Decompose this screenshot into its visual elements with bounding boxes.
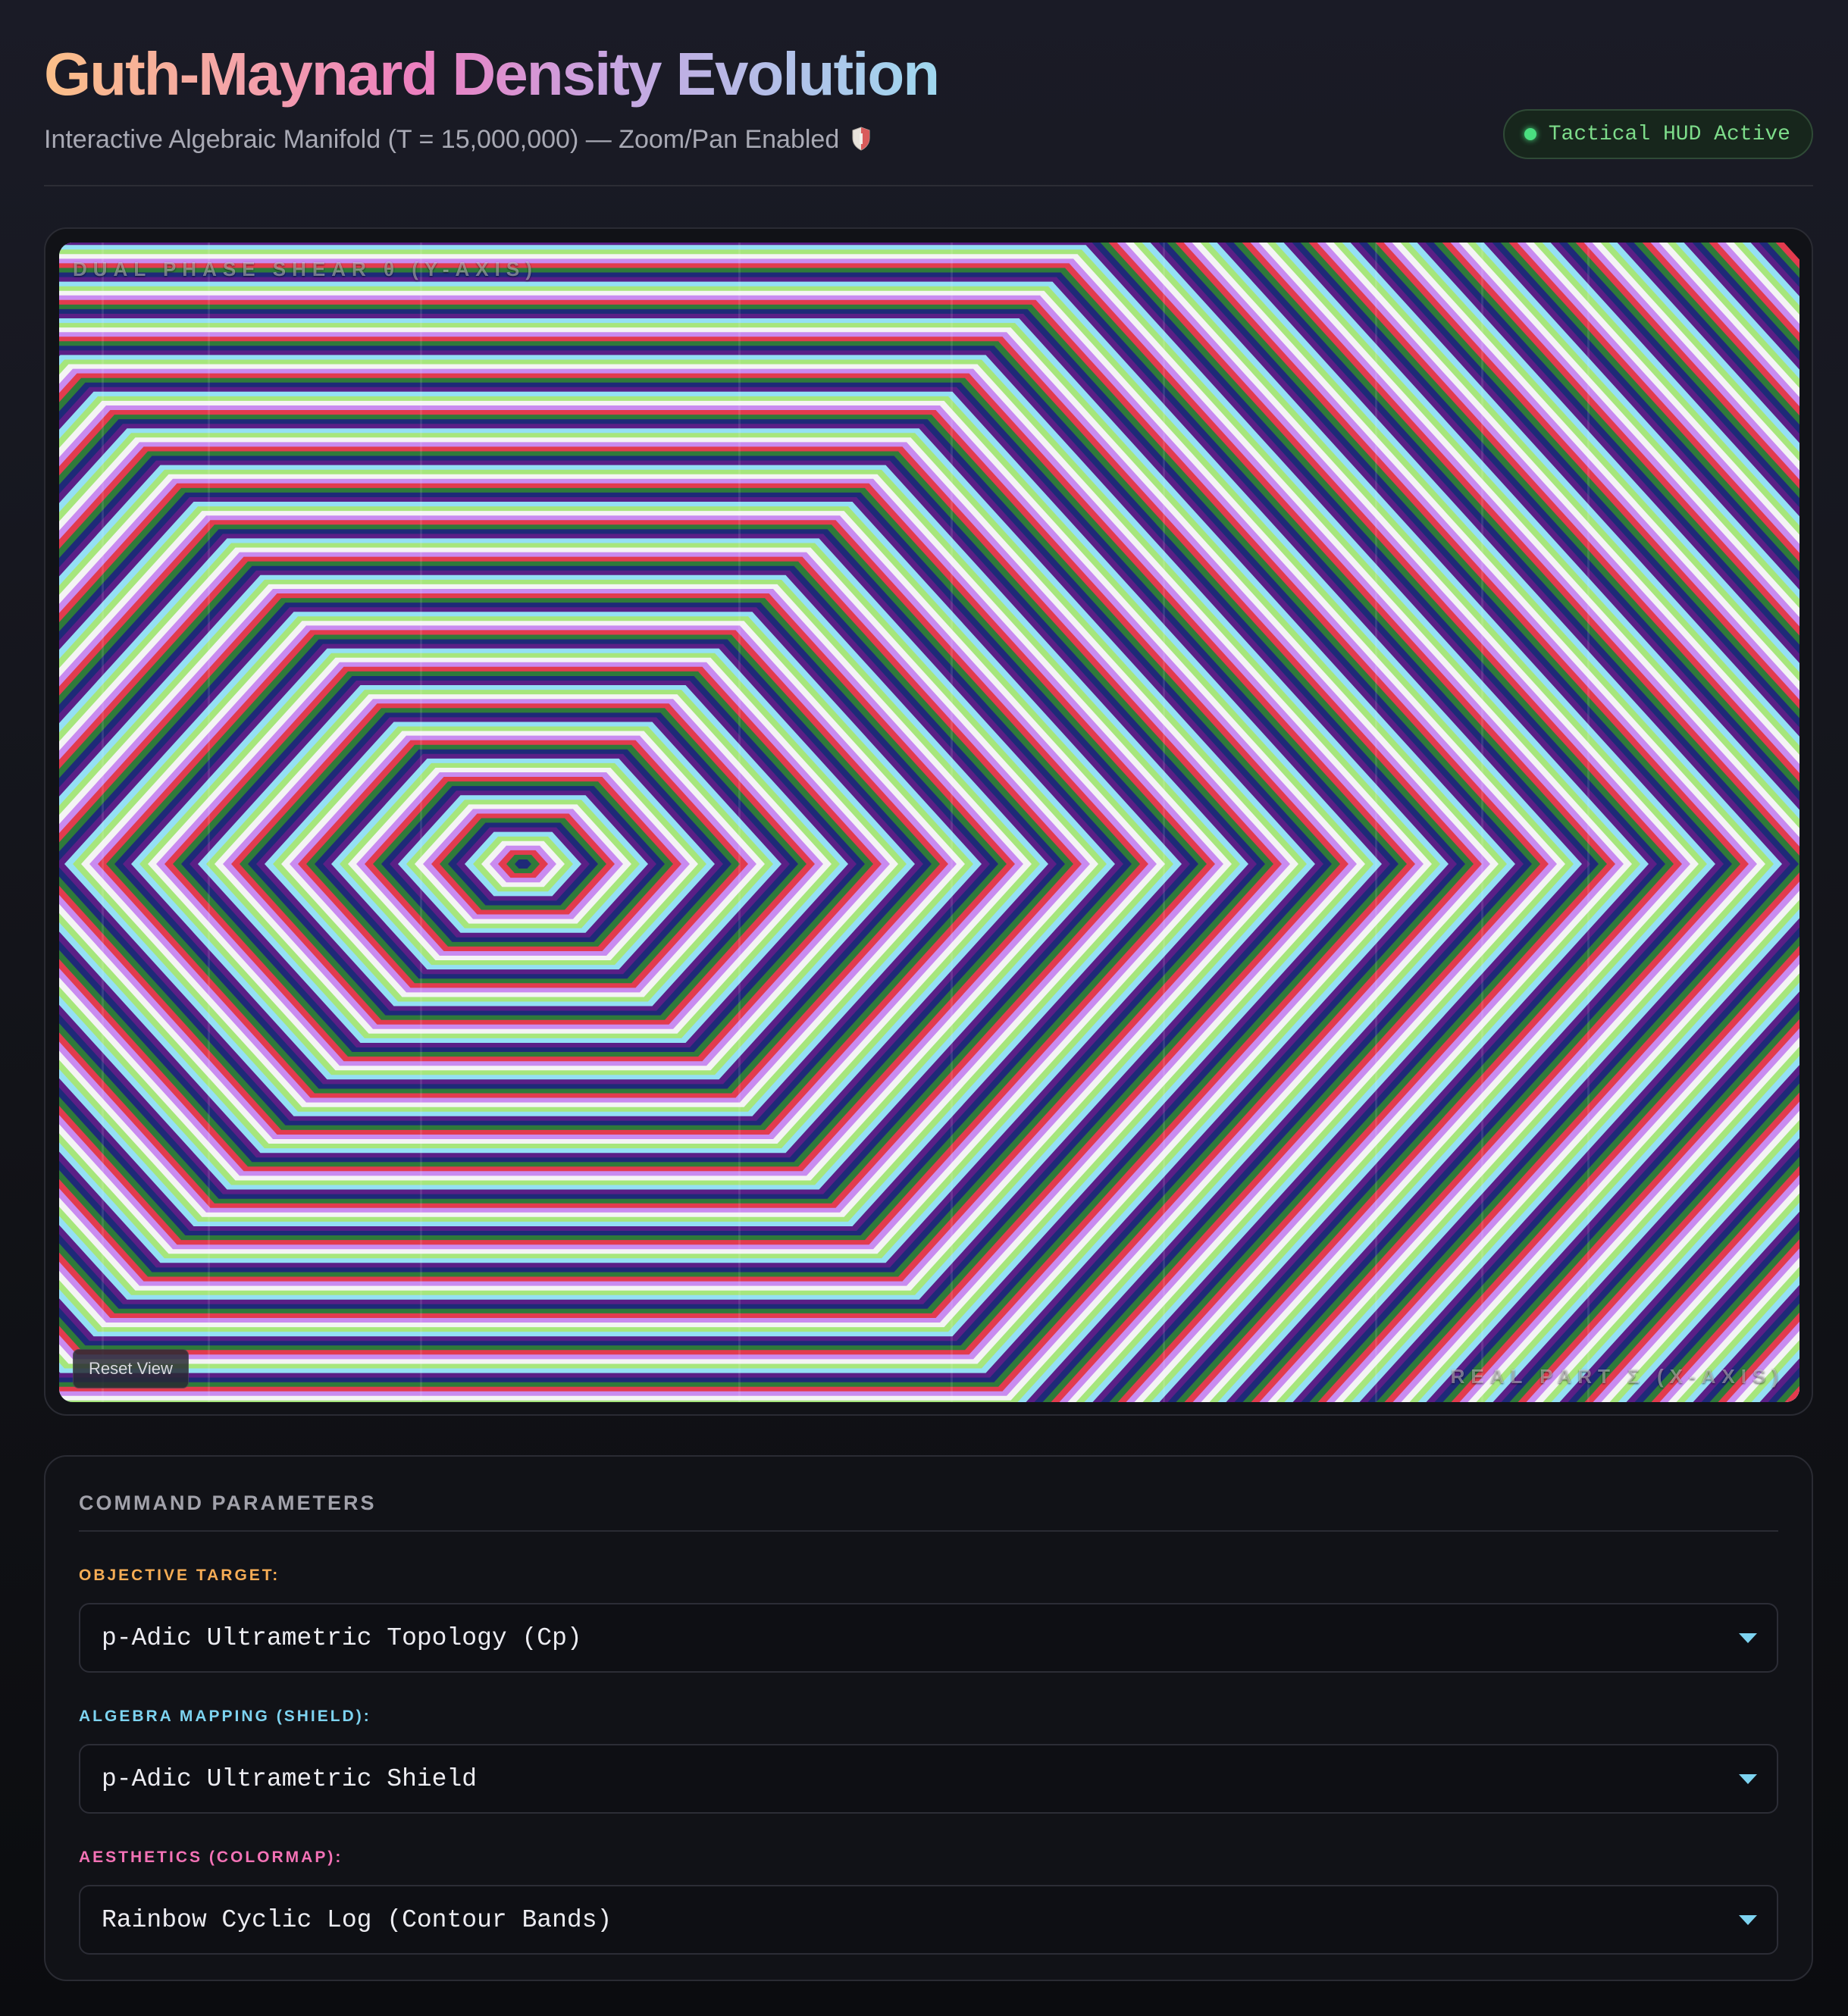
tile-seam bbox=[1375, 243, 1377, 1402]
page-header: Guth-Maynard Density Evolution Interacti… bbox=[44, 36, 1813, 186]
visualization-panel: DUAL PHASE SHEAR θ (Y-AXIS) REAL PART Σ … bbox=[44, 227, 1813, 1416]
algebra-mapping-label: ALGEBRA MAPPING (SHIELD): bbox=[79, 1708, 371, 1725]
status-badge-label: Tactical HUD Active bbox=[1548, 122, 1790, 146]
x-axis-label: REAL PART Σ (X-AXIS) bbox=[1450, 1365, 1784, 1388]
shield-icon bbox=[852, 127, 870, 151]
aesthetics-colormap-select[interactable]: Rainbow Cyclic Log (Contour Bands) bbox=[79, 1885, 1778, 1955]
contour-bands bbox=[59, 243, 1799, 1402]
y-axis-label: DUAL PHASE SHEAR θ (Y-AXIS) bbox=[73, 258, 538, 280]
reset-view-button[interactable]: Reset View bbox=[73, 1349, 189, 1388]
tile-seam bbox=[102, 243, 104, 1402]
page-title: Guth-Maynard Density Evolution bbox=[44, 40, 940, 108]
status-dot-icon bbox=[1524, 128, 1536, 140]
density-plot[interactable] bbox=[59, 243, 1799, 1402]
objective-target-label: OBJECTIVE TARGET: bbox=[79, 1567, 280, 1584]
tile-seam bbox=[1481, 243, 1483, 1402]
chevron-down-icon bbox=[1739, 1914, 1757, 1925]
algebra-mapping-value: p-Adic Ultrametric Shield bbox=[102, 1764, 478, 1793]
tile-seam bbox=[1163, 243, 1165, 1402]
status-badge: Tactical HUD Active bbox=[1502, 109, 1813, 159]
parameters-section-title: COMMAND PARAMETERS bbox=[79, 1492, 1778, 1532]
tile-seam bbox=[951, 243, 953, 1402]
objective-target-value: p-Adic Ultrametric Topology (Cp) bbox=[102, 1623, 582, 1652]
command-parameters-panel: COMMAND PARAMETERS OBJECTIVE TARGET: p-A… bbox=[44, 1455, 1813, 1981]
tile-seam bbox=[738, 243, 741, 1402]
objective-target-select[interactable]: p-Adic Ultrametric Topology (Cp) bbox=[79, 1603, 1778, 1673]
chevron-down-icon bbox=[1739, 1773, 1757, 1784]
tile-seam bbox=[1587, 243, 1590, 1402]
tile-seam bbox=[208, 243, 210, 1402]
algebra-mapping-select[interactable]: p-Adic Ultrametric Shield bbox=[79, 1744, 1778, 1814]
subtitle-text: Interactive Algebraic Manifold (T = 15,0… bbox=[44, 125, 840, 154]
chevron-down-icon bbox=[1739, 1633, 1757, 1643]
aesthetics-label: AESTHETICS (COLORMAP): bbox=[79, 1849, 343, 1866]
aesthetics-colormap-value: Rainbow Cyclic Log (Contour Bands) bbox=[102, 1905, 612, 1934]
density-canvas[interactable]: DUAL PHASE SHEAR θ (Y-AXIS) REAL PART Σ … bbox=[59, 243, 1799, 1402]
tile-seam bbox=[420, 243, 422, 1402]
